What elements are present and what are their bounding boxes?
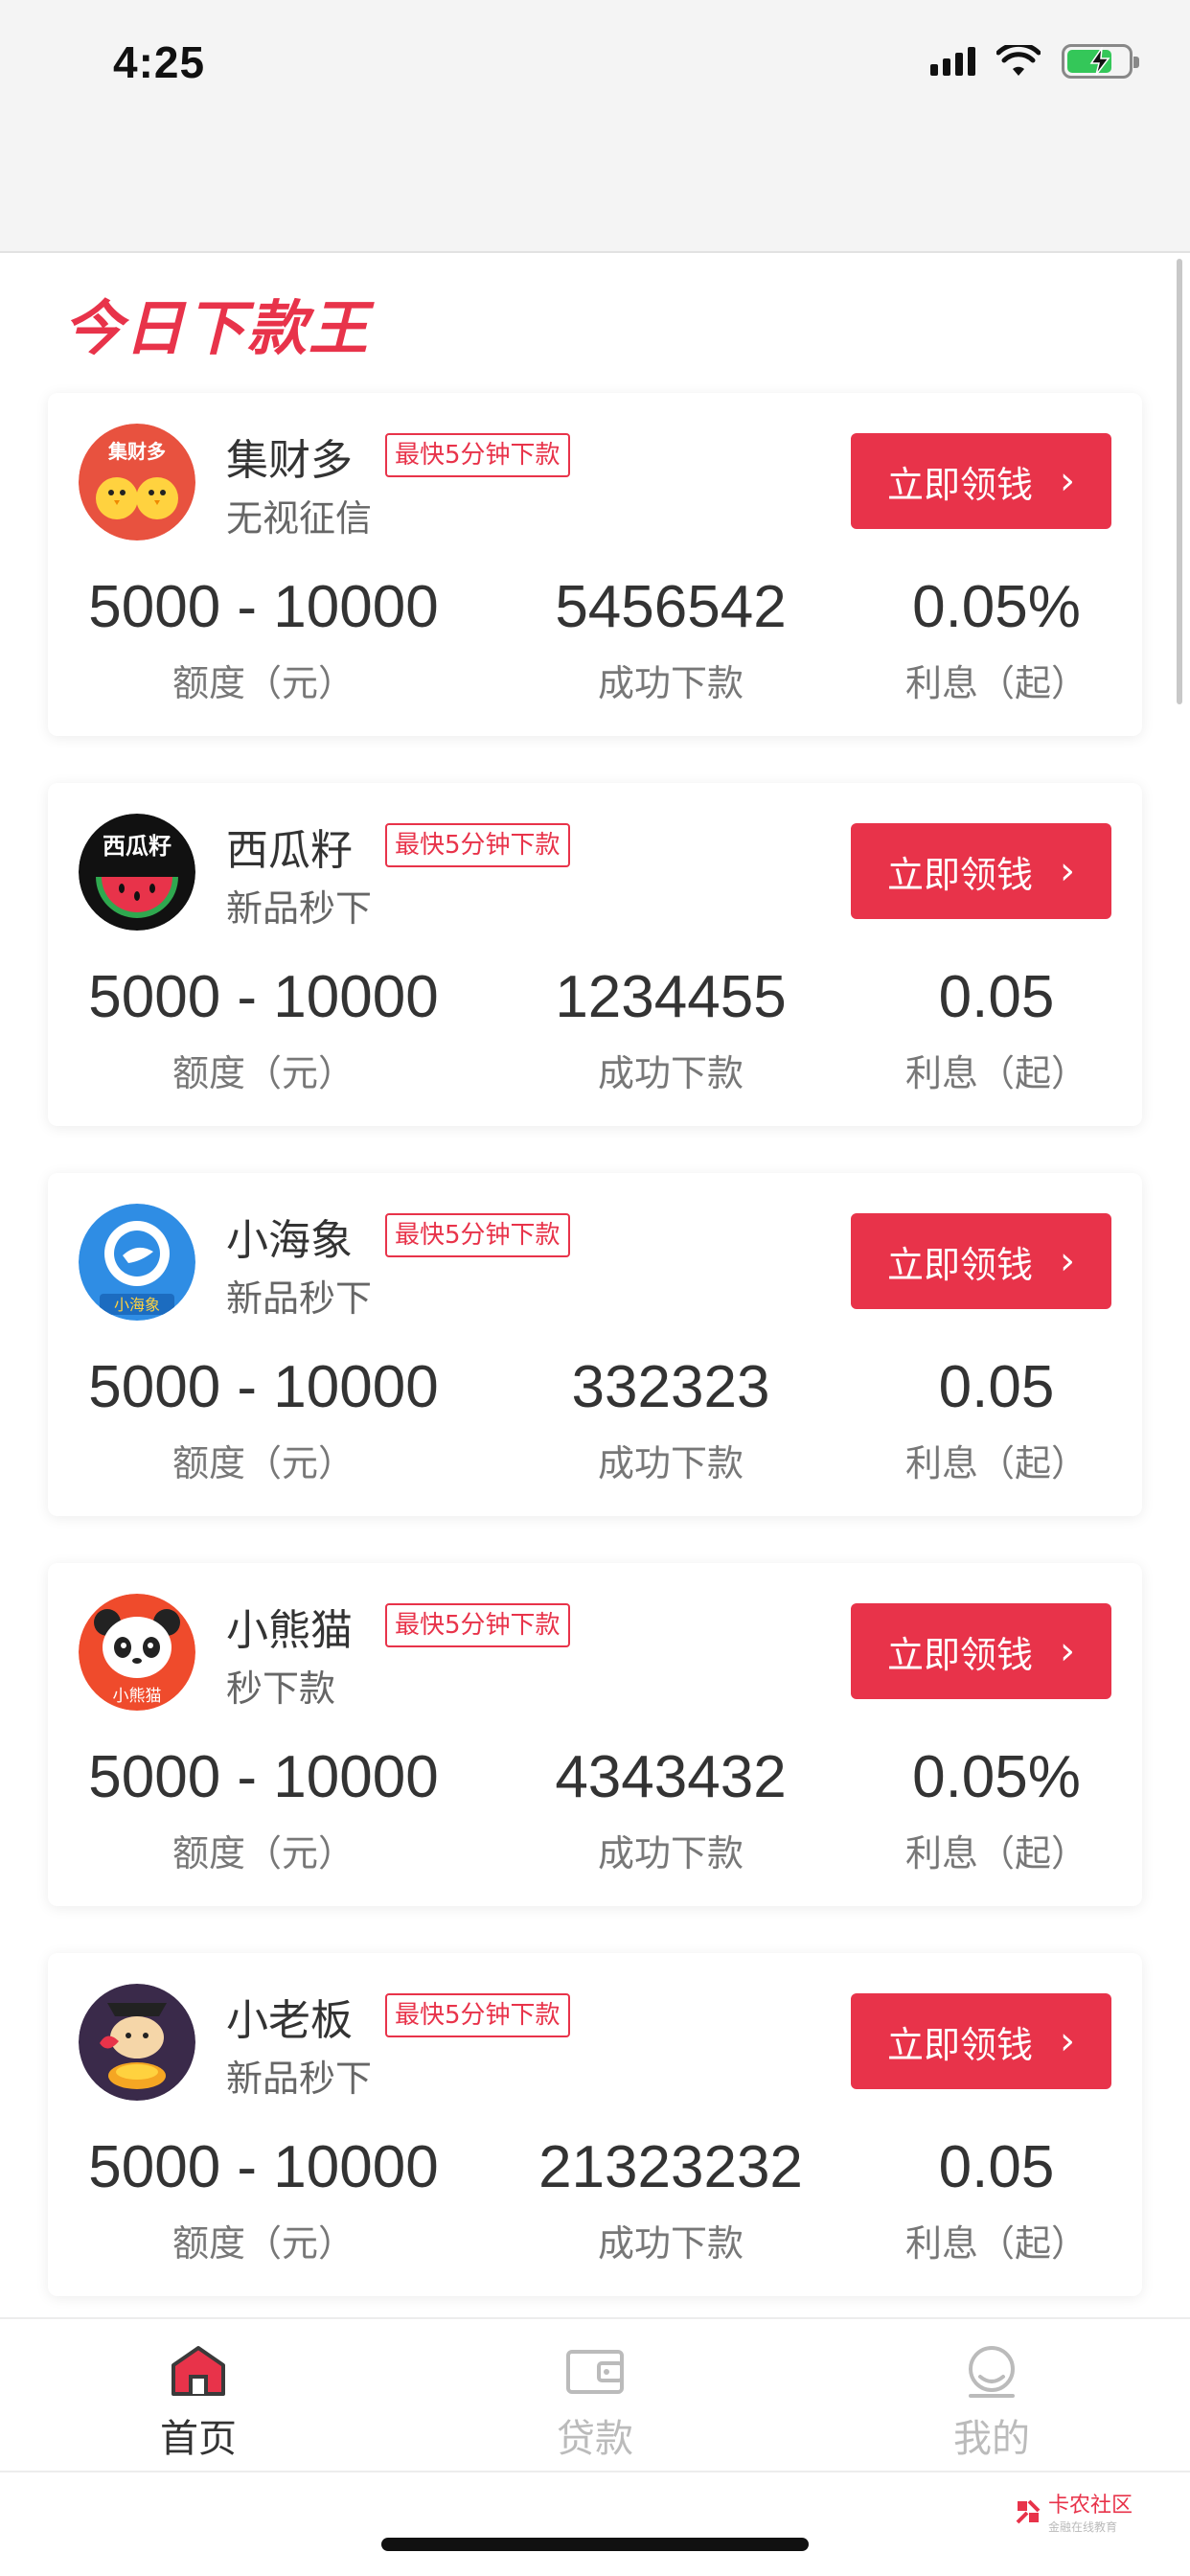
product-name: 西瓜籽: [226, 826, 353, 875]
product-subtitle: 无视征信: [226, 497, 373, 540]
product-card[interactable]: 西瓜籽 西瓜籽 最快5分钟下款 新品秒下 立即领钱 › 5000 - 10000…: [48, 783, 1142, 1126]
tab-home[interactable]: 首页: [0, 2319, 397, 2471]
product-name: 小海象: [226, 1216, 353, 1265]
chevron-right-icon: ›: [1060, 459, 1075, 503]
wifi-icon: [996, 45, 1041, 76]
amount-label: 额度（元）: [172, 662, 355, 704]
rate-label: 利息（起）: [904, 1832, 1087, 1874]
tab-bar: 首页 贷款 我的: [0, 2317, 1190, 2472]
rate-label: 利息（起）: [904, 1052, 1087, 1094]
scroll-indicator[interactable]: [1177, 259, 1182, 704]
tab-profile[interactable]: 我的: [793, 2319, 1190, 2471]
panda-logo-icon: 小熊猫: [79, 1594, 195, 1711]
get-money-button[interactable]: 立即领钱 ›: [851, 1993, 1111, 2089]
product-card[interactable]: 小老板 最快5分钟下款 新品秒下 立即领钱 › 5000 - 10000 额度（…: [48, 1953, 1142, 2296]
watermelon-logo-icon: 西瓜籽: [79, 814, 195, 931]
product-subtitle: 新品秒下: [226, 887, 373, 930]
amount-value: 5000 - 10000: [88, 2134, 439, 2200]
product-card[interactable]: 小熊猫 小熊猫 最快5分钟下款 秒下款 立即领钱 › 5000 - 10000 …: [48, 1563, 1142, 1906]
product-card[interactable]: 集财多 集财多 最快5分钟下款 无视征信 立即领钱 › 5000 - 10000…: [48, 393, 1142, 736]
product-card[interactable]: 小海象 小海象 最快5分钟下款 新品秒下 立即领钱 › 5000 - 10000…: [48, 1173, 1142, 1516]
amount-label: 额度（元）: [172, 2222, 355, 2265]
status-time: 4:25: [113, 37, 206, 87]
watermark: 卡农社区 金融在线教育: [1014, 2488, 1133, 2535]
rate-label: 利息（起）: [904, 662, 1087, 704]
get-money-button[interactable]: 立即领钱 ›: [851, 823, 1111, 919]
get-money-button[interactable]: 立即领钱 ›: [851, 1603, 1111, 1699]
product-name: 集财多: [226, 436, 353, 485]
logo-text: 小熊猫: [113, 1687, 162, 1706]
status-icons: [930, 44, 1139, 79]
walrus-logo-icon: 小海象: [79, 1204, 195, 1321]
loans-value: 5456542: [555, 574, 787, 640]
chevron-right-icon: ›: [1060, 849, 1075, 893]
home-icon: [172, 2346, 225, 2396]
chick-logo-icon: 集财多: [79, 424, 195, 540]
signal-icon: [930, 47, 975, 76]
speed-badge: 最快5分钟下款: [385, 823, 570, 867]
product-name: 小熊猫: [226, 1606, 353, 1655]
profile-icon: [969, 2346, 1015, 2398]
get-money-button[interactable]: 立即领钱 ›: [851, 433, 1111, 529]
watermark-text: 卡农社区: [1047, 2494, 1133, 2518]
product-name: 小老板: [226, 1996, 353, 2045]
loans-value: 21323232: [538, 2134, 803, 2200]
watermark-sub: 金融在线教育: [1047, 2520, 1117, 2534]
tab-loan[interactable]: 贷款: [397, 2319, 793, 2471]
amount-value: 5000 - 10000: [88, 964, 439, 1030]
rate-value: 0.05%: [912, 574, 1081, 640]
brand-title: 今日下款王: [63, 293, 371, 363]
tab-label: 我的: [953, 2417, 1030, 2461]
rate-label: 利息（起）: [904, 2222, 1087, 2265]
logo-text: 西瓜籽: [103, 833, 172, 860]
battery-icon: [1062, 44, 1139, 79]
chevron-right-icon: ›: [1060, 1239, 1075, 1283]
loans-value: 1234455: [555, 964, 787, 1030]
amount-value: 5000 - 10000: [88, 1354, 439, 1420]
product-subtitle: 新品秒下: [226, 1277, 373, 1320]
tab-label: 贷款: [557, 2417, 633, 2461]
loans-value: 4343432: [555, 1744, 787, 1810]
button-label: 立即领钱: [886, 463, 1033, 506]
speed-badge: 最快5分钟下款: [385, 1603, 570, 1647]
speed-badge: 最快5分钟下款: [385, 1213, 570, 1257]
logo-text: 集财多: [107, 440, 166, 463]
loans-value: 332323: [571, 1354, 770, 1420]
rate-value: 0.05%: [912, 1744, 1081, 1810]
button-label: 立即领钱: [886, 2023, 1033, 2066]
product-subtitle: 新品秒下: [226, 2058, 373, 2100]
tab-label: 首页: [160, 2417, 237, 2461]
speed-badge: 最快5分钟下款: [385, 1993, 570, 2037]
loans-label: 成功下款: [597, 662, 744, 704]
amount-value: 5000 - 10000: [88, 574, 439, 640]
button-label: 立即领钱: [886, 1243, 1033, 1286]
logo-text: 小海象: [114, 1296, 160, 1314]
product-subtitle: 秒下款: [226, 1668, 336, 1710]
wallet-icon: [566, 2350, 624, 2394]
loans-label: 成功下款: [597, 2222, 744, 2265]
amount-label: 额度（元）: [172, 1832, 355, 1874]
loans-label: 成功下款: [597, 1832, 744, 1874]
rate-value: 0.05: [938, 2134, 1055, 2200]
loans-label: 成功下款: [597, 1052, 744, 1094]
amount-label: 额度（元）: [172, 1442, 355, 1484]
amount-label: 额度（元）: [172, 1052, 355, 1094]
chevron-right-icon: ›: [1060, 1629, 1075, 1673]
chevron-right-icon: ›: [1060, 2019, 1075, 2063]
speed-badge: 最快5分钟下款: [385, 433, 570, 477]
button-label: 立即领钱: [886, 1633, 1033, 1676]
status-bar: 4:25: [0, 0, 1190, 253]
community-logo-icon: [1016, 2499, 1041, 2523]
cat-boss-logo-icon: [79, 1984, 195, 2101]
get-money-button[interactable]: 立即领钱 ›: [851, 1213, 1111, 1309]
rate-value: 0.05: [938, 1354, 1055, 1420]
rate-value: 0.05: [938, 964, 1055, 1030]
button-label: 立即领钱: [886, 853, 1033, 896]
home-indicator[interactable]: [381, 2538, 809, 2551]
rate-label: 利息（起）: [904, 1442, 1087, 1484]
amount-value: 5000 - 10000: [88, 1744, 439, 1810]
loans-label: 成功下款: [597, 1442, 744, 1484]
